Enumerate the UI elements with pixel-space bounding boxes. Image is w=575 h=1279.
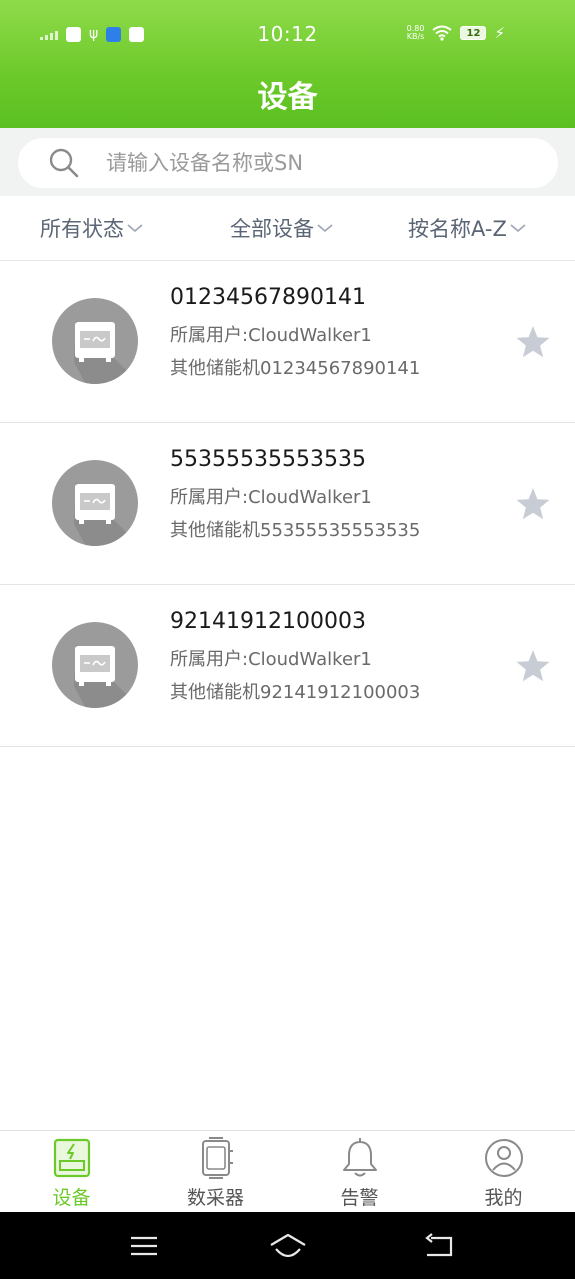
status-icons-right: 0.80 KB/s 12 ⚡︎ bbox=[407, 23, 505, 43]
nav-tab-profile[interactable]: 我的 bbox=[432, 1131, 575, 1213]
nav-label: 我的 bbox=[484, 1187, 523, 1209]
device-type: 其他储能机55355535553535 bbox=[170, 520, 421, 541]
filter-bar: 所有状态 全部设备 按名称A-Z bbox=[0, 196, 575, 261]
device-type: 其他储能机92141912100003 bbox=[170, 682, 421, 703]
storage-device-icon bbox=[52, 622, 138, 708]
search-area bbox=[0, 128, 575, 196]
filter-sort-label: 按名称A-Z bbox=[408, 217, 507, 241]
search-input[interactable] bbox=[106, 138, 536, 188]
device-owner: 所属用户:CloudWalker1 bbox=[170, 487, 372, 508]
search-icon bbox=[49, 148, 79, 178]
device-name: 01234567890141 bbox=[170, 285, 366, 310]
chevron-down-icon bbox=[510, 224, 526, 233]
device-icon bbox=[53, 1138, 91, 1178]
filter-device-dropdown[interactable]: 全部设备 bbox=[230, 213, 334, 243]
device-list-item[interactable]: 01234567890141 所属用户:CloudWalker1 其他储能机01… bbox=[0, 261, 575, 423]
system-nav-bar bbox=[0, 1212, 575, 1279]
filter-sort-dropdown[interactable]: 按名称A-Z bbox=[408, 213, 527, 243]
star-icon[interactable] bbox=[515, 486, 551, 522]
filter-device-label: 全部设备 bbox=[230, 217, 314, 241]
bell-icon bbox=[343, 1138, 377, 1177]
filter-status-label: 所有状态 bbox=[40, 217, 124, 241]
collector-icon bbox=[202, 1137, 233, 1179]
device-list-item[interactable]: 55355535553535 所属用户:CloudWalker1 其他储能机55… bbox=[0, 423, 575, 585]
nav-label: 设备 bbox=[52, 1187, 91, 1209]
nav-tab-collector[interactable]: 数采器 bbox=[144, 1131, 287, 1213]
device-list-item[interactable]: 92141912100003 所属用户:CloudWalker1 其他储能机92… bbox=[0, 585, 575, 747]
device-owner: 所属用户:CloudWalker1 bbox=[170, 649, 372, 670]
page-title: 设备 bbox=[257, 80, 318, 115]
bottom-nav: 设备 数采器 告警 我的 bbox=[0, 1130, 575, 1213]
nav-tab-alarms[interactable]: 告警 bbox=[288, 1131, 431, 1213]
device-name: 55355535553535 bbox=[170, 447, 366, 472]
header: ψ 10:12 0.80 KB/s 12 ⚡︎ 设备 bbox=[0, 0, 575, 128]
device-list: 01234567890141 所属用户:CloudWalker1 其他储能机01… bbox=[0, 261, 575, 747]
status-bar: ψ 10:12 0.80 KB/s 12 ⚡︎ bbox=[0, 0, 575, 66]
device-type: 其他储能机01234567890141 bbox=[170, 358, 421, 379]
nav-label: 数采器 bbox=[186, 1187, 244, 1209]
nav-tab-devices[interactable]: 设备 bbox=[0, 1131, 143, 1213]
chevron-down-icon bbox=[127, 224, 143, 233]
battery-icon: 12 bbox=[460, 26, 487, 40]
chevron-down-icon bbox=[317, 224, 333, 233]
nav-label: 告警 bbox=[340, 1187, 379, 1209]
wifi-icon bbox=[432, 25, 453, 41]
profile-icon bbox=[485, 1139, 523, 1177]
device-name: 92141912100003 bbox=[170, 609, 366, 634]
menu-icon[interactable] bbox=[128, 1232, 160, 1260]
battery-level: 12 bbox=[466, 27, 481, 39]
network-speed: 0.80 KB/s bbox=[407, 25, 425, 41]
storage-device-icon bbox=[52, 298, 138, 384]
device-owner: 所属用户:CloudWalker1 bbox=[170, 325, 372, 346]
filter-status-dropdown[interactable]: 所有状态 bbox=[40, 213, 144, 243]
search-box[interactable] bbox=[18, 138, 558, 188]
network-speed-unit: KB/s bbox=[406, 32, 425, 41]
star-icon[interactable] bbox=[515, 648, 551, 684]
home-icon[interactable] bbox=[268, 1232, 308, 1260]
charging-bolt-icon: ⚡︎ bbox=[494, 24, 505, 42]
star-icon[interactable] bbox=[515, 324, 551, 360]
storage-device-icon bbox=[52, 460, 138, 546]
back-icon[interactable] bbox=[423, 1232, 455, 1260]
